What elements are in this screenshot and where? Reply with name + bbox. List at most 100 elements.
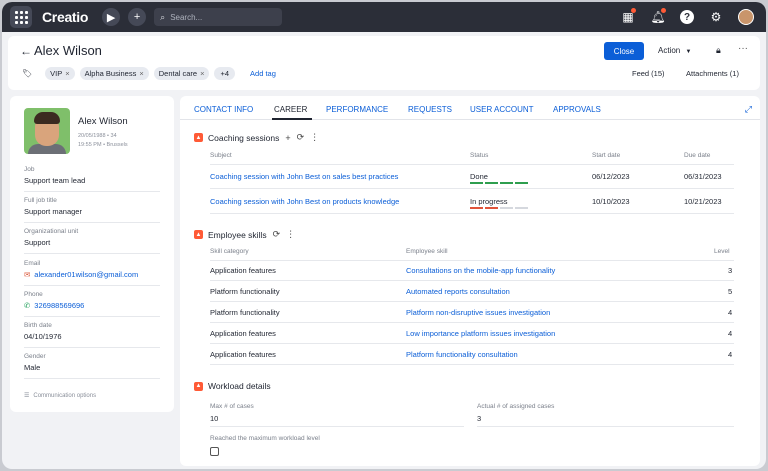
field-birth-date[interactable]: Birth date 04/10/1976: [24, 322, 160, 348]
app-window: Creatio ▶ + ⌕ Search... ▦ 🔔︎ ? ⚙ ← Alex …: [2, 2, 766, 469]
more-tags-chip[interactable]: +4: [214, 67, 236, 80]
status-progress-bar: [470, 207, 528, 209]
tag-chip[interactable]: Alpha Business ×: [79, 67, 149, 80]
employee-skill-link[interactable]: Consultations on the mobile-app function…: [406, 266, 555, 275]
employee-skill-link[interactable]: Platform non-disruptive issues investiga…: [406, 308, 550, 317]
field-gender[interactable]: Gender Male: [24, 353, 160, 379]
section-title: Employee skills: [208, 229, 267, 240]
action-button[interactable]: Action ▼: [658, 46, 691, 55]
feed-button[interactable]: Feed (15): [632, 69, 665, 78]
remove-tag-icon[interactable]: ×: [200, 69, 204, 78]
field-organizational-unit[interactable]: Organizational unit Support: [24, 228, 160, 254]
bell-icon[interactable]: 🔔︎: [650, 8, 666, 24]
expand-icon[interactable]: ⤢: [745, 104, 752, 115]
email-link[interactable]: alexander01wilson@gmail.com: [34, 270, 138, 279]
column-header[interactable]: Start date: [592, 152, 620, 159]
search-icon: ⌕: [160, 11, 166, 22]
divider: [477, 426, 734, 427]
progress-segment: [515, 207, 528, 209]
due-date: 06/31/2023: [684, 172, 722, 181]
divider: [210, 343, 734, 344]
apps-grid-icon[interactable]: [10, 6, 32, 28]
field-label: Max # of cases: [210, 403, 254, 410]
progress-segment: [485, 207, 498, 209]
divider: [210, 301, 734, 302]
column-header[interactable]: Skill category: [210, 248, 249, 255]
field-full-job-title[interactable]: Full job title Support manager: [24, 197, 160, 223]
column-header[interactable]: Subject: [210, 152, 232, 159]
employee-skill-link[interactable]: Automated reports consultation: [406, 287, 510, 296]
time-meta: 19:55 PM • Brussels: [78, 142, 128, 148]
start-date: 06/12/2023: [592, 172, 630, 181]
employee-skill-link[interactable]: Low importance platform issues investiga…: [406, 329, 555, 338]
tab-performance[interactable]: PERFORMANCE: [326, 105, 388, 114]
settings-icon[interactable]: ⚙: [708, 10, 724, 24]
help-icon[interactable]: ?: [680, 10, 694, 24]
skill-category: Platform functionality: [210, 287, 280, 296]
search-placeholder: Search...: [170, 12, 203, 22]
tab-approvals[interactable]: APPROVALS: [553, 105, 601, 114]
plus-icon[interactable]: +: [128, 8, 147, 26]
add-icon[interactable]: +: [285, 133, 290, 143]
tag-label: Dental care: [158, 69, 198, 78]
field-label: Job: [24, 166, 35, 173]
divider: [210, 213, 734, 214]
column-header[interactable]: Employee skill: [406, 248, 448, 255]
actual-cases-value[interactable]: 3: [477, 414, 481, 423]
field-label: Full job title: [24, 197, 57, 204]
chevron-down-icon: ▼: [685, 49, 692, 55]
search-input[interactable]: ⌕ Search...: [154, 8, 283, 26]
back-arrow-icon[interactable]: ←: [20, 44, 32, 58]
tab-contact-info[interactable]: CONTACT INFO: [194, 105, 253, 114]
avatar[interactable]: [738, 9, 754, 25]
more-vertical-icon[interactable]: ⋮: [286, 229, 295, 240]
refresh-icon[interactable]: ⟳: [273, 229, 281, 240]
tab-requests[interactable]: REQUESTS: [408, 105, 452, 114]
divider: [210, 426, 464, 427]
tag-chip[interactable]: Dental care ×: [153, 67, 210, 80]
coaching-subject-link[interactable]: Coaching session with John Best on produ…: [210, 197, 399, 206]
max-cases-value[interactable]: 10: [210, 414, 218, 423]
tag-row: 🏷︎ VIP × Alpha Business × Dental care × +4 …: [22, 67, 276, 80]
tab-user-account[interactable]: USER ACCOUNT: [470, 105, 534, 114]
field-label: Reached the maximum workload level: [210, 435, 320, 442]
divider: [210, 322, 734, 323]
skill-category: Platform functionality: [210, 308, 280, 317]
refresh-icon[interactable]: ⟳: [297, 132, 305, 143]
employee-skills-header[interactable]: ▲ Employee skills ⟳ ⋮: [194, 229, 295, 240]
lock-icon[interactable]: 🔒︎: [716, 45, 721, 56]
remove-tag-icon[interactable]: ×: [65, 69, 69, 78]
skill-category: Application features: [210, 266, 276, 275]
coaching-sessions-header[interactable]: ▲ Coaching sessions + ⟳ ⋮: [194, 132, 319, 143]
column-header[interactable]: Level: [714, 248, 730, 255]
add-tag-link[interactable]: Add tag: [250, 69, 276, 78]
progress-segment: [500, 207, 513, 209]
employee-skill-link[interactable]: Platform functionality consultation: [406, 350, 518, 359]
more-options-icon[interactable]: ···: [738, 43, 748, 54]
reached-max-checkbox[interactable]: [210, 447, 219, 456]
collapse-chevron-icon[interactable]: ▲: [194, 230, 203, 239]
more-vertical-icon[interactable]: ⋮: [310, 132, 319, 143]
field-value: Male: [24, 363, 41, 372]
tab-career[interactable]: CAREER: [274, 105, 307, 114]
field-job[interactable]: Job Support team lead: [24, 166, 160, 192]
field-phone[interactable]: Phone ✆ 326988569696: [24, 291, 160, 317]
column-header[interactable]: Due date: [684, 152, 710, 159]
communication-options-button[interactable]: ☰ Communication options: [24, 392, 96, 399]
page-title: Alex Wilson: [34, 43, 102, 58]
attachments-button[interactable]: Attachments (1): [686, 69, 739, 78]
column-header[interactable]: Status: [470, 152, 488, 159]
section-title: Coaching sessions: [208, 132, 280, 143]
workload-details-header[interactable]: ▲ Workload details: [194, 381, 271, 391]
play-icon[interactable]: ▶: [102, 8, 121, 26]
collapse-chevron-icon[interactable]: ▲: [194, 133, 203, 142]
remove-tag-icon[interactable]: ×: [139, 69, 143, 78]
coaching-subject-link[interactable]: Coaching session with John Best on sales…: [210, 172, 398, 181]
collapse-chevron-icon[interactable]: ▲: [194, 381, 203, 391]
phone-link[interactable]: 326988569696: [34, 301, 84, 310]
progress-segment: [485, 182, 498, 184]
close-button[interactable]: Close: [604, 42, 644, 60]
shortcuts-icon[interactable]: ▦: [620, 8, 636, 24]
field-email[interactable]: Email ✉ alexander01wilson@gmail.com: [24, 260, 160, 286]
tag-chip[interactable]: VIP ×: [45, 67, 75, 80]
